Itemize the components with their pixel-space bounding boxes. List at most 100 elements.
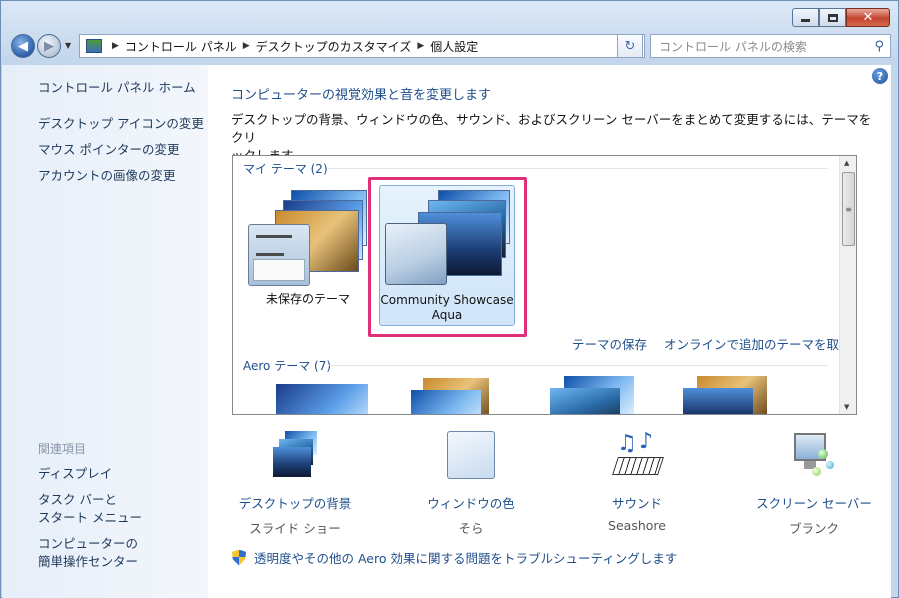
aero-theme-thumbnail[interactable] (673, 376, 773, 414)
preview-bar (256, 253, 284, 256)
aero-theme-thumbnail[interactable] (276, 384, 368, 414)
breadcrumb-separator-icon[interactable]: ▶ (417, 41, 424, 51)
window-color-setting[interactable]: ウィンドウの色 そら (391, 431, 551, 537)
scroll-up-icon[interactable]: ▲ (844, 159, 849, 167)
screensaver-icon (790, 431, 838, 479)
theme-label-line-1: Community Showcase (380, 293, 514, 307)
thumbnail-card (273, 447, 311, 477)
setting-value: そら (458, 521, 484, 536)
personalization-window: ✕ ◀ ▶ ▼ ▶ コントロール パネル ▶ デスクトップのカスタマイズ ▶ 個… (0, 0, 899, 598)
thumbnail-card (550, 388, 620, 414)
related-heading: 関連項目 (38, 442, 87, 456)
thumbnail-card (411, 390, 481, 414)
minimize-icon (801, 19, 810, 22)
preview-bar (256, 235, 292, 238)
breadcrumb-control-panel[interactable]: コントロール パネル (125, 38, 237, 55)
theme-label: Community Showcase Aqua (380, 293, 514, 323)
sidebar-ease-of-access[interactable]: コンピューターの 簡単操作センター (38, 535, 138, 571)
page-title: コンピューターの視覚効果と音を変更します (231, 88, 492, 103)
theme-label: 未保存のテーマ (265, 292, 350, 306)
bubble-graphic (826, 461, 834, 469)
sidebar-taskbar-start-menu[interactable]: タスク バーと スタート メニュー (38, 491, 142, 527)
help-icon[interactable]: ? (872, 68, 888, 84)
screensaver-setting[interactable]: スクリーン セーバー ブランク (734, 431, 894, 537)
maximize-icon (827, 13, 838, 22)
forward-arrow-icon: ▶ (44, 38, 54, 54)
music-note-icon: ♪ (639, 429, 654, 454)
ease-line-2: 簡単操作センター (38, 554, 139, 569)
setting-value: ブランク (788, 521, 839, 536)
setting-value: スライド ショー (249, 521, 341, 536)
music-note-icon: ♫ (617, 431, 637, 456)
theme-list-scrollbar[interactable]: ▲ ≡ ▼ (839, 156, 856, 414)
main-pane: ? コンピューターの視覚効果と音を変更します デスクトップの背景、ウィンドウの色… (208, 65, 891, 598)
aero-theme-thumbnail[interactable] (538, 376, 638, 414)
taskbar-line-1: タスク バーと (38, 492, 117, 507)
forward-button[interactable]: ▶ (37, 34, 61, 58)
recent-pages-dropdown[interactable]: ▼ (65, 41, 71, 50)
window-color-icon (447, 431, 495, 479)
breadcrumb-desktop-customize[interactable]: デスクトップのカスタマイズ (256, 38, 412, 55)
shield-icon (232, 549, 246, 566)
close-button[interactable]: ✕ (846, 8, 890, 27)
theme-label-line-2: Aqua (431, 308, 463, 322)
window-preview-icon (248, 224, 310, 286)
setting-label[interactable]: デスクトップの背景 (215, 493, 375, 512)
troubleshoot-row: 透明度やその他の Aero 効果に関する問題をトラブルシューティングします (232, 548, 677, 567)
sidebar-change-account-picture[interactable]: アカウントの画像の変更 (38, 167, 176, 185)
maximize-button[interactable] (819, 8, 846, 27)
sidebar-change-desktop-icons[interactable]: デスクトップ アイコンの変更 (38, 115, 204, 133)
aero-theme-thumbnail[interactable] (405, 378, 495, 414)
setting-value: Seashore (608, 518, 666, 533)
color-swatch (447, 431, 495, 479)
get-more-themes-link[interactable]: オンラインで追加のテーマを取得 (664, 334, 852, 353)
description-line-1: デスクトップの背景、ウィンドウの色、サウンド、およびスクリーン セーバーをまとめ… (231, 112, 872, 145)
ease-line-1: コンピューターの (38, 536, 139, 551)
caption-buttons: ✕ (792, 8, 890, 27)
bubble-graphic (812, 467, 821, 476)
search-placeholder: コントロール パネルの検索 (659, 39, 807, 54)
sidebar-control-panel-home[interactable]: コントロール パネル ホーム (38, 79, 196, 97)
breadcrumb-separator-icon[interactable]: ▶ (243, 41, 250, 51)
minimize-button[interactable] (792, 8, 819, 27)
back-button[interactable]: ◀ (11, 34, 35, 58)
sidebar-display[interactable]: ディスプレイ (38, 465, 112, 483)
keyboard-graphic (612, 457, 664, 475)
save-theme-link[interactable]: テーマの保存 (572, 334, 647, 353)
address-bar[interactable]: ▶ コントロール パネル ▶ デスクトップのカスタマイズ ▶ 個人設定 ▼ (79, 34, 645, 58)
preview-body (253, 259, 305, 281)
taskbar-line-2: スタート メニュー (38, 510, 142, 525)
desktop-background-icon (271, 431, 319, 479)
refresh-button[interactable]: ↻ (617, 34, 643, 58)
desktop-background-setting[interactable]: デスクトップの背景 スライド ショー (215, 431, 375, 537)
bubble-graphic (818, 449, 828, 459)
thumbnail-card (683, 388, 753, 414)
setting-label[interactable]: スクリーン セーバー (734, 493, 894, 512)
refresh-icon: ↻ (624, 38, 636, 54)
theme-list[interactable]: マイ テーマ (2) 未保存のテーマ Community Showcase Aq… (232, 155, 857, 415)
aero-themes-heading: Aero テーマ (7) (243, 359, 332, 373)
sidebar-change-mouse-pointers[interactable]: マウス ポインターの変更 (38, 141, 179, 159)
theme-community-showcase-aqua[interactable]: Community Showcase Aqua (379, 185, 515, 326)
setting-label[interactable]: サウンド (557, 493, 717, 512)
group-divider (328, 168, 828, 169)
back-arrow-icon: ◀ (18, 38, 28, 54)
breadcrumb-personalization[interactable]: 個人設定 (430, 38, 478, 55)
setting-label[interactable]: ウィンドウの色 (391, 493, 551, 512)
scroll-down-icon[interactable]: ▼ (844, 403, 849, 411)
scroll-thumb[interactable]: ≡ (842, 172, 855, 246)
troubleshoot-link[interactable]: 透明度やその他の Aero 効果に関する問題をトラブルシューティングします (254, 548, 677, 567)
search-icon[interactable]: ⚲ (874, 39, 884, 54)
close-icon: ✕ (862, 10, 874, 25)
control-panel-icon (86, 39, 102, 53)
navigation-bar: ◀ ▶ ▼ ▶ コントロール パネル ▶ デスクトップのカスタマイズ ▶ 個人設… (9, 32, 891, 60)
theme-unsaved[interactable]: 未保存のテーマ (243, 184, 373, 324)
window-preview-icon (385, 223, 447, 285)
breadcrumb-separator-icon[interactable]: ▶ (112, 41, 119, 51)
sound-icon: ♫ ♪ (612, 429, 664, 479)
group-divider (328, 365, 828, 366)
left-pane: コントロール パネル ホーム デスクトップ アイコンの変更 マウス ポインターの… (2, 65, 208, 598)
search-box[interactable]: コントロール パネルの検索 ⚲ (650, 34, 891, 58)
my-themes-heading: マイ テーマ (2) (243, 162, 328, 176)
sound-setting[interactable]: ♫ ♪ サウンド Seashore (557, 429, 717, 533)
